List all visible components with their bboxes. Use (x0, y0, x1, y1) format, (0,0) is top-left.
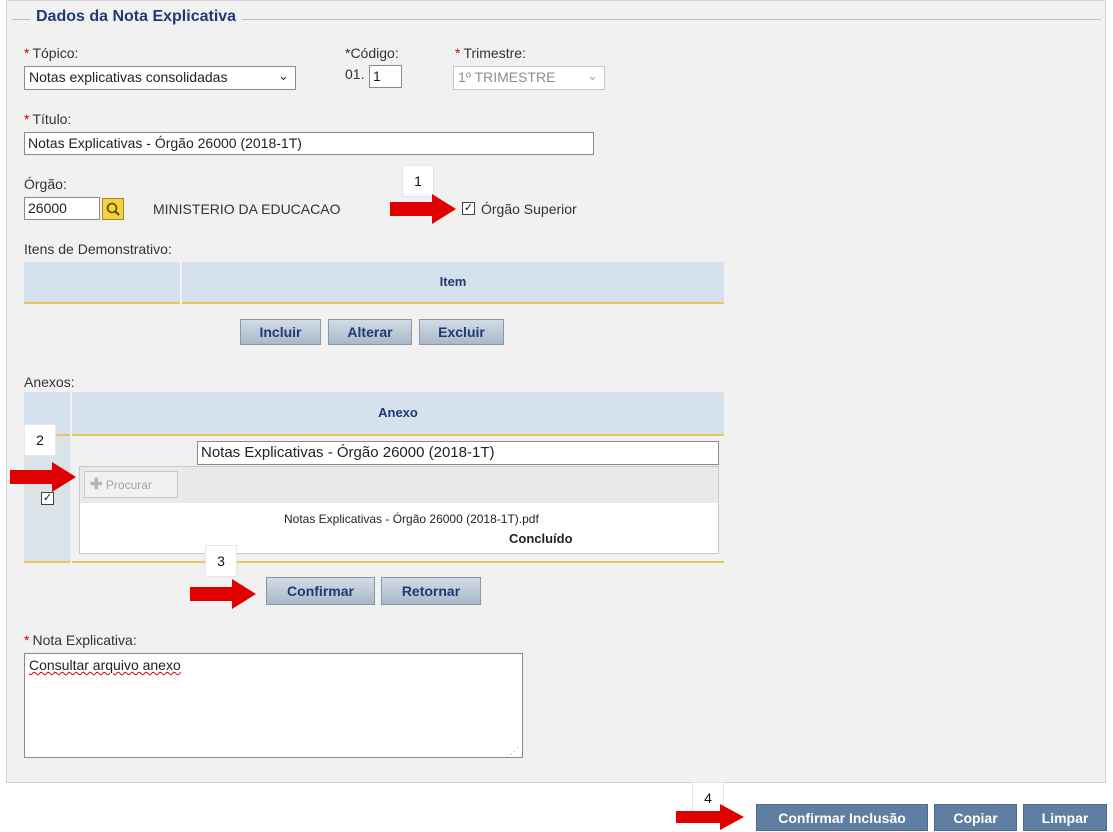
codigo-input[interactable]: 1 (369, 65, 402, 88)
confirmar-button[interactable]: Confirmar (266, 577, 375, 605)
upload-status: Concluído (509, 531, 573, 546)
trimestre-label: * Trimestre: (455, 45, 526, 61)
incluir-button[interactable]: Incluir (240, 319, 321, 345)
orgao-code-input[interactable]: 26000 (24, 197, 100, 220)
required-mark: * (24, 45, 30, 61)
orgao-name: MINISTERIO DA EDUCACAO (153, 201, 341, 217)
itens-select-column-header (24, 262, 180, 304)
trimestre-select[interactable]: 1º TRIMESTRE ⌄ (453, 66, 605, 90)
topico-select[interactable]: Notas explicativas consolidadas ⌄ (24, 66, 296, 90)
itens-label: Itens de Demonstrativo: (24, 241, 172, 257)
red-arrow-icon (190, 579, 256, 609)
titulo-input[interactable]: Notas Explicativas - Órgão 26000 (2018-1… (24, 132, 594, 155)
nota-textarea[interactable]: Consultar arquivo anexo (24, 653, 523, 758)
anexos-column-header: Anexo (72, 392, 724, 436)
topico-label: * Tópico: (24, 45, 78, 61)
plus-icon: ✚ (90, 476, 103, 493)
anexo-title-input[interactable]: Notas Explicativas - Órgão 26000 (2018-1… (197, 441, 719, 465)
anexo-row-checkbox[interactable]: ✓ (41, 492, 54, 505)
anexos-label: Anexos: (24, 374, 75, 390)
uploaded-file-name: Notas Explicativas - Órgão 26000 (2018-1… (284, 512, 539, 526)
alterar-button[interactable]: Alterar (328, 319, 412, 345)
trimestre-value: 1º TRIMESTRE (458, 69, 556, 85)
titulo-label-text: Título: (32, 111, 72, 127)
search-button[interactable] (102, 198, 124, 220)
orgao-superior-checkbox[interactable]: ✓ (462, 202, 475, 215)
red-arrow-icon (676, 804, 744, 830)
limpar-button[interactable]: Limpar (1023, 804, 1107, 831)
required-mark: * (455, 45, 461, 61)
chevron-down-icon: ⌄ (278, 68, 289, 83)
procurar-button[interactable]: ✚ Procurar (84, 471, 178, 498)
excluir-button[interactable]: Excluir (419, 319, 504, 345)
section-title: Dados da Nota Explicativa (30, 8, 243, 26)
annotation-marker-2: 2 (24, 424, 56, 456)
procurar-label: Procurar (105, 478, 152, 492)
annotation-marker-3: 3 (205, 545, 237, 577)
codigo-label: *Código: (345, 45, 399, 61)
topico-value: Notas explicativas consolidadas (29, 69, 228, 85)
resize-grip-icon[interactable]: ⋰ (510, 746, 519, 757)
codigo-prefix: 01. (345, 66, 365, 82)
topico-label-text: Tópico: (32, 45, 79, 61)
required-mark: * (24, 111, 30, 127)
trimestre-label-text: Trimestre: (463, 45, 526, 61)
nota-label: * Nota Explicativa: (24, 632, 137, 648)
nota-text: Consultar arquivo anexo (29, 657, 181, 673)
red-arrow-icon (10, 462, 76, 492)
titulo-label: * Título: (24, 111, 71, 127)
itens-item-column-header: Item (182, 262, 724, 304)
copiar-button[interactable]: Copiar (934, 804, 1017, 831)
red-arrow-icon (390, 194, 456, 224)
magnifier-icon (106, 202, 120, 216)
nota-label-text: Nota Explicativa: (32, 632, 137, 648)
orgao-superior-label: Órgão Superior (481, 201, 577, 217)
orgao-label: Órgão: (24, 176, 67, 192)
chevron-down-icon: ⌄ (587, 68, 598, 83)
retornar-button[interactable]: Retornar (381, 577, 481, 605)
required-mark: * (24, 632, 30, 648)
annotation-marker-1: 1 (402, 165, 434, 197)
confirmar-inclusao-button[interactable]: Confirmar Inclusão (756, 804, 928, 831)
